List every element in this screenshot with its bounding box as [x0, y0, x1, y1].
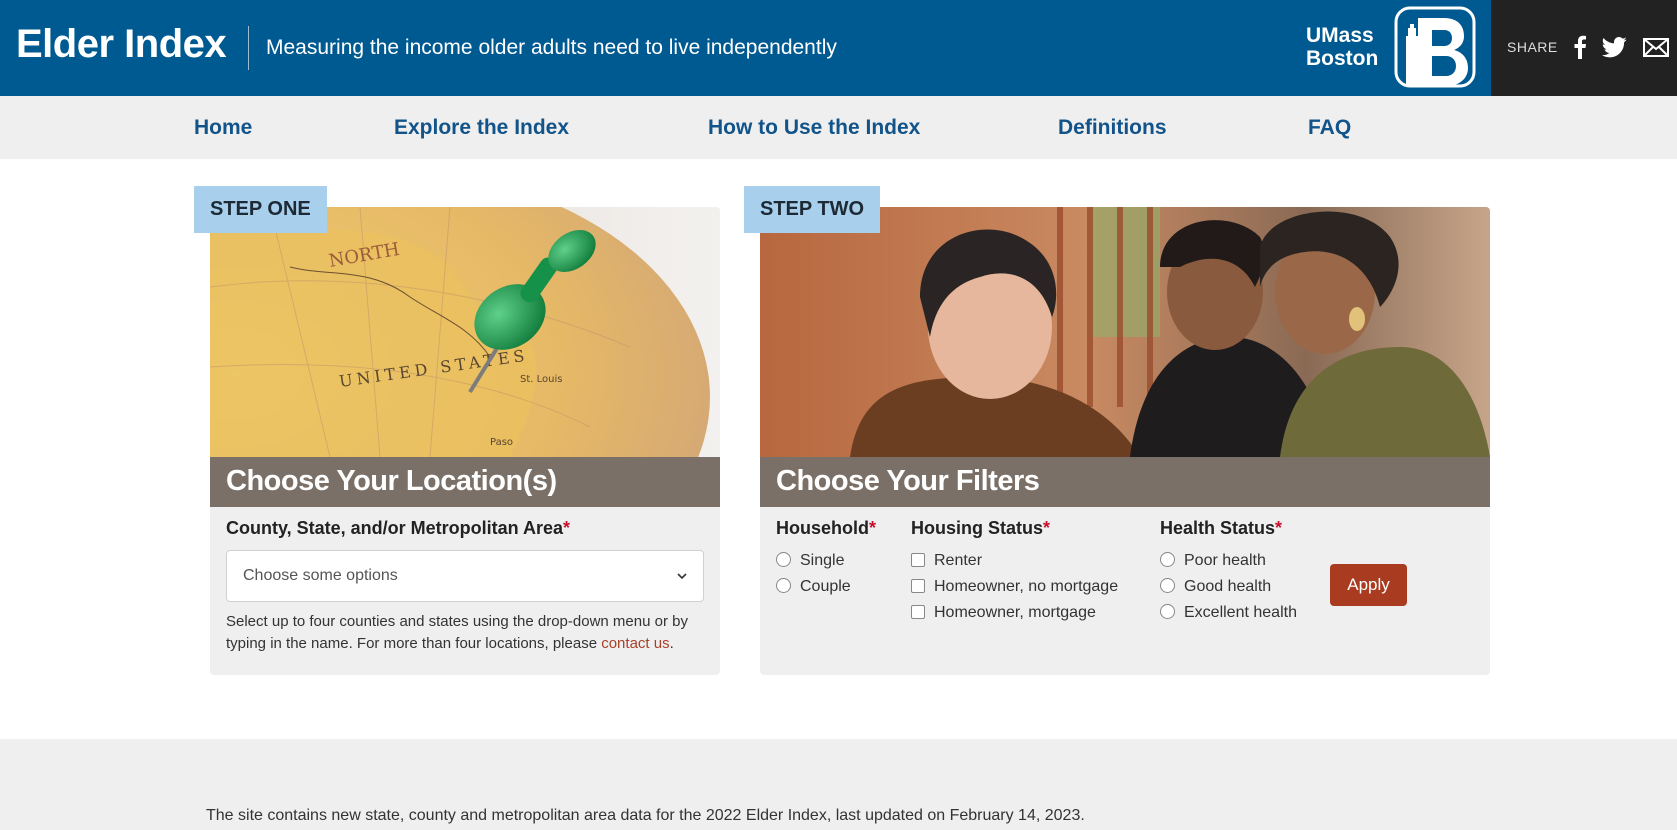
option-label: Single: [800, 552, 845, 569]
step-two-tag: STEP TWO: [744, 186, 881, 233]
health-option-good[interactable]: Good health: [1160, 578, 1271, 596]
housing-status-label: Housing Status*: [911, 518, 1050, 539]
housing-option-renter[interactable]: Renter: [911, 552, 982, 570]
nav-home[interactable]: Home: [194, 116, 252, 140]
required-marker: *: [1275, 518, 1283, 538]
radio-button[interactable]: [776, 578, 791, 593]
health-status-label-text: Health Status: [1160, 518, 1276, 538]
health-status-label: Health Status*: [1160, 518, 1282, 539]
contact-us-link[interactable]: contact us: [601, 635, 669, 652]
boston-label: Boston: [1306, 47, 1379, 70]
step-one-tag: STEP ONE: [194, 186, 327, 233]
location-title-band: Choose Your Location(s): [210, 457, 720, 507]
radio-button[interactable]: [1160, 552, 1175, 567]
option-label: Homeowner, no mortgage: [934, 578, 1119, 595]
share-panel: SHARE: [1491, 0, 1677, 96]
nav-definitions[interactable]: Definitions: [1058, 116, 1167, 140]
household-label-text: Household: [776, 518, 869, 538]
option-label: Couple: [800, 578, 851, 595]
nav-faq[interactable]: FAQ: [1308, 116, 1351, 140]
radio-button[interactable]: [1160, 604, 1175, 619]
update-notice-text: The site contains new state, county and …: [206, 807, 1085, 824]
filters-card-title: Choose Your Filters: [776, 465, 1040, 497]
housing-status-label-text: Housing Status: [911, 518, 1044, 538]
checkbox[interactable]: [911, 553, 925, 567]
location-select-placeholder: Choose some options: [243, 567, 398, 584]
option-label: Good health: [1184, 578, 1272, 595]
location-card: UNITED STATES NORTH St. Louis Paso Choos…: [210, 207, 720, 675]
nav-how-to-use[interactable]: How to Use the Index: [708, 116, 920, 140]
site-tagline: Measuring the income older adults need t…: [266, 36, 837, 59]
checkbox[interactable]: [911, 605, 925, 619]
health-option-poor[interactable]: Poor health: [1160, 552, 1266, 570]
chevron-down-icon: [677, 573, 687, 580]
radio-button[interactable]: [1160, 578, 1175, 593]
site-header: Elder Index Measuring the income older a…: [0, 0, 1677, 96]
umass-label: UMass: [1306, 24, 1374, 47]
filters-title-band: Choose Your Filters: [760, 457, 1490, 507]
facebook-icon[interactable]: [1573, 35, 1587, 59]
umass-boston-wordmark[interactable]: UMass Boston: [1306, 24, 1378, 70]
household-label: Household*: [776, 518, 876, 539]
household-option-single[interactable]: Single: [776, 552, 844, 570]
site-title[interactable]: Elder Index: [16, 22, 227, 67]
option-label: Excellent health: [1184, 604, 1297, 621]
location-field-label-text: County, State, and/or Metropolitan Area: [226, 518, 564, 538]
share-label: SHARE: [1507, 39, 1558, 55]
twitter-icon[interactable]: [1601, 37, 1627, 58]
radio-button[interactable]: [776, 552, 791, 567]
map-label-st-louis: St. Louis: [520, 374, 562, 385]
header-divider: [248, 26, 249, 70]
household-option-couple[interactable]: Couple: [776, 578, 851, 596]
option-label: Renter: [934, 552, 983, 569]
housing-option-homeowner-no-mortgage[interactable]: Homeowner, no mortgage: [911, 578, 1118, 596]
email-icon[interactable]: [1643, 38, 1669, 57]
required-marker: *: [1043, 518, 1051, 538]
helper-text-end: .: [669, 635, 674, 652]
location-helper-text: Select up to four counties and states us…: [226, 611, 696, 655]
umass-boston-logo-icon[interactable]: [1394, 6, 1478, 90]
main-nav: Home Explore the Index How to Use the In…: [0, 96, 1677, 159]
update-notice-section: The site contains new state, county and …: [0, 739, 1677, 830]
map-label-paso: Paso: [490, 437, 513, 448]
globe-pushpin-image: UNITED STATES NORTH St. Louis Paso: [210, 207, 720, 457]
housing-option-homeowner-mortgage[interactable]: Homeowner, mortgage: [911, 604, 1096, 622]
location-select[interactable]: Choose some options: [226, 550, 704, 602]
nav-explore-the-index[interactable]: Explore the Index: [394, 116, 569, 140]
required-marker: *: [563, 518, 571, 538]
location-card-title: Choose Your Location(s): [226, 465, 557, 497]
location-field-label: County, State, and/or Metropolitan Area*: [226, 518, 570, 539]
older-adults-photo: [760, 207, 1490, 457]
apply-button[interactable]: Apply: [1330, 564, 1407, 606]
checkbox[interactable]: [911, 579, 925, 593]
required-marker: *: [869, 518, 877, 538]
health-option-excellent[interactable]: Excellent health: [1160, 604, 1297, 622]
option-label: Poor health: [1184, 552, 1266, 569]
filters-card: Choose Your Filters Household* Single Co…: [760, 207, 1490, 675]
option-label: Homeowner, mortgage: [934, 604, 1096, 621]
